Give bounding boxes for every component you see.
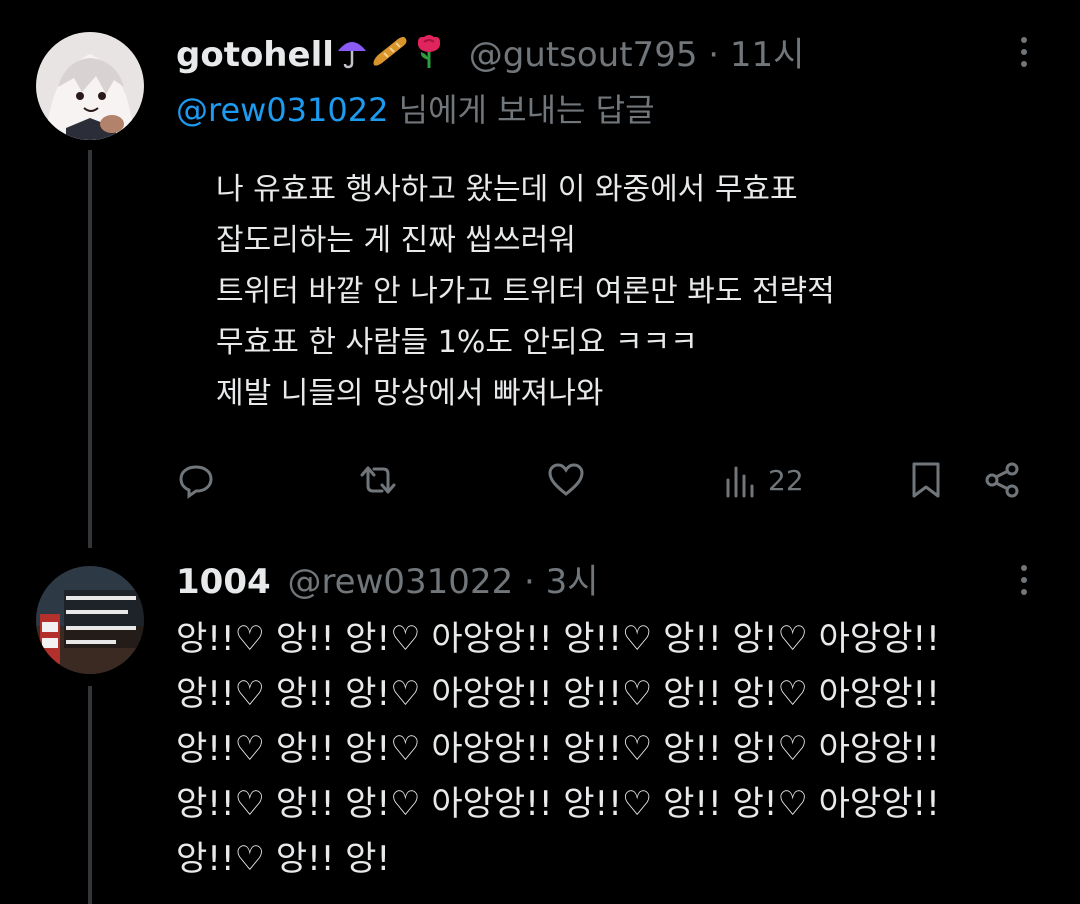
- tweet-2-header: 1004 @rew031022 · 3시: [176, 562, 599, 602]
- avatar-1004[interactable]: [36, 566, 144, 674]
- retweet-button[interactable]: [358, 455, 398, 505]
- tweet-1-actions: 22: [176, 455, 1036, 505]
- text-line: 앙!!♡ 앙!! 앙!: [176, 839, 391, 879]
- text-line: 앙!!♡ 앙!! 앙!♡ 아앙앙!! 앙!!♡ 앙!! 앙!♡ 아앙앙!!: [176, 674, 940, 714]
- more-options-icon[interactable]: [1014, 560, 1034, 600]
- text-line: 앙!!♡ 앙!! 앙!♡ 아앙앙!! 앙!!♡ 앙!! 앙!♡ 아앙앙!!: [176, 619, 940, 659]
- tweet-1-text: 나 유효표 행사하고 왔는데 이 와중에서 무효표 잡도리하는 게 진짜 씹쓰러…: [216, 164, 1036, 419]
- reply-button[interactable]: [176, 455, 216, 505]
- separator-dot: ·: [524, 562, 535, 602]
- separator-dot: ·: [708, 35, 720, 75]
- baguette-icon: [370, 35, 410, 78]
- share-button[interactable]: [982, 455, 1022, 505]
- text-line: 제발 니들의 망상에서 빠져나와: [216, 376, 604, 411]
- views-icon: [726, 466, 754, 498]
- timestamp[interactable]: 3시: [546, 562, 599, 602]
- bookmark-icon: [912, 462, 940, 498]
- handle[interactable]: @gutsout795: [469, 35, 698, 75]
- thread-line-top: [88, 150, 92, 548]
- views-button[interactable]: 22: [722, 455, 804, 505]
- bookmark-button[interactable]: [906, 455, 946, 505]
- umbrella-icon: [336, 35, 368, 78]
- avatar-gotohell[interactable]: [36, 32, 144, 140]
- display-name[interactable]: 1004: [176, 562, 271, 602]
- tweet-1-header: gotohell @gutsout795 · 11시: [176, 34, 804, 79]
- like-button[interactable]: [546, 455, 586, 505]
- timestamp[interactable]: 11시: [730, 35, 805, 75]
- text-line: 트위터 바깥 안 나가고 트위터 여론만 봐도 전략적: [216, 274, 835, 309]
- replying-to: @rew031022 님에게 보내는 답글: [176, 88, 655, 132]
- text-line: 나 유효표 행사하고 왔는데 이 와중에서 무효표: [216, 172, 798, 207]
- reply-suffix: 님에게 보내는 답글: [398, 91, 655, 129]
- views-count: 22: [768, 463, 804, 497]
- text-line: 잡도리하는 게 진짜 씹쓰러워: [216, 223, 576, 258]
- share-icon: [985, 462, 1019, 498]
- handle[interactable]: @rew031022: [287, 562, 513, 602]
- text-line: 앙!!♡ 앙!! 앙!♡ 아앙앙!! 앙!!♡ 앙!! 앙!♡ 아앙앙!!: [176, 784, 940, 824]
- rose-icon: [412, 34, 446, 79]
- retweet-icon: [360, 466, 396, 494]
- display-name[interactable]: gotohell: [176, 35, 334, 75]
- more-options-icon[interactable]: [1014, 32, 1034, 72]
- tweet-2-text: 앙!!♡ 앙!! 앙!♡ 아앙앙!! 앙!!♡ 앙!! 앙!♡ 아앙앙!! 앙!…: [176, 612, 1046, 887]
- reply-icon: [179, 465, 213, 499]
- text-line: 무효표 한 사람들 1%도 안되요 ㅋㅋㅋ: [216, 325, 698, 360]
- text-line: 앙!!♡ 앙!! 앙!♡ 아앙앙!! 앙!!♡ 앙!! 앙!♡ 아앙앙!!: [176, 729, 940, 769]
- thread-line-bottom: [88, 686, 92, 904]
- reply-mention-link[interactable]: @rew031022: [176, 91, 388, 129]
- heart-icon: [548, 463, 584, 496]
